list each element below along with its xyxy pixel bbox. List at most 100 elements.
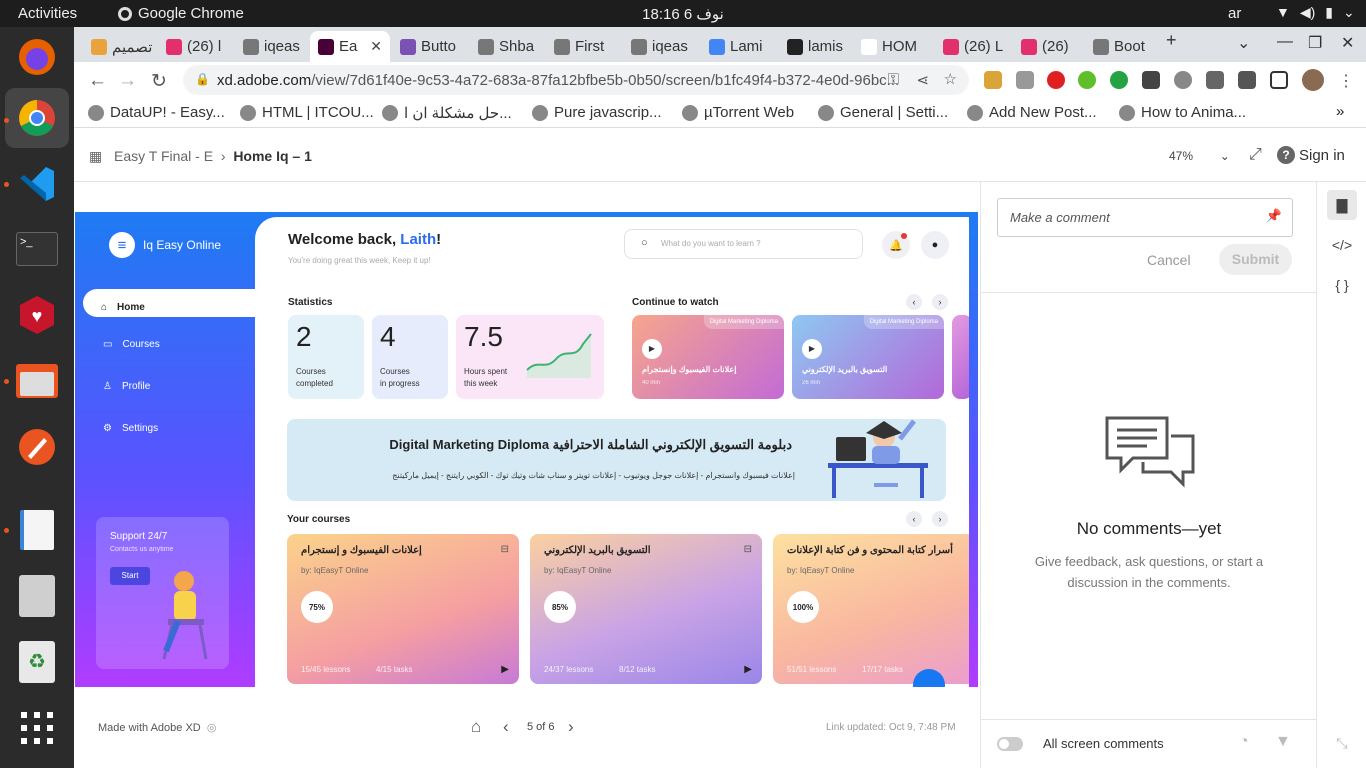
- extension-camera-icon[interactable]: [1016, 71, 1034, 89]
- browser-tab[interactable]: (26) L: [935, 31, 1011, 62]
- share-icon[interactable]: ⋖: [916, 71, 929, 89]
- clock[interactable]: 18:16 6 نوف: [0, 5, 1366, 23]
- bookmark-item[interactable]: Pure javascrip...: [532, 104, 662, 121]
- made-with-xd[interactable]: Made with Adobe XD ◎: [98, 721, 216, 734]
- project-name[interactable]: Easy T Final - E: [114, 148, 213, 164]
- inkscape-launcher[interactable]: [5, 417, 69, 477]
- continue-card[interactable]: Digital Marketing Diploma ▶ التسويق بالب…: [792, 315, 944, 399]
- collapse-panel-icon[interactable]: ⤡: [1327, 728, 1357, 758]
- extension-whatsapp-icon[interactable]: [1110, 71, 1128, 89]
- chrome-launcher[interactable]: [5, 88, 69, 148]
- play-icon[interactable]: ▶: [802, 339, 822, 359]
- bookmark-item[interactable]: HTML | ITCOU...: [240, 104, 374, 121]
- comment-input[interactable]: Make a comment 📌: [997, 198, 1293, 237]
- firefox-launcher[interactable]: [5, 27, 69, 87]
- trash-launcher[interactable]: ♻: [5, 632, 69, 692]
- browser-tab[interactable]: (26): [1013, 31, 1083, 62]
- user-avatar-icon[interactable]: ●: [921, 231, 949, 259]
- extension-cup-icon[interactable]: [1142, 71, 1160, 89]
- play-icon[interactable]: ▶: [642, 339, 662, 359]
- browser-tab[interactable]: Butto: [392, 31, 468, 62]
- forward-button[interactable]: →: [118, 70, 137, 92]
- browser-tab[interactable]: Ea ✕: [310, 31, 390, 62]
- browser-tab[interactable]: HOM: [853, 31, 933, 62]
- help-icon[interactable]: ?: [1277, 146, 1295, 164]
- continue-next-arrow[interactable]: ›: [932, 294, 948, 310]
- zoom-select[interactable]: 47% ⌄: [1169, 149, 1230, 163]
- disks-launcher[interactable]: [5, 566, 69, 626]
- bookmark-item[interactable]: Add New Post...: [967, 104, 1097, 121]
- bookmark-item[interactable]: General | Setti...: [818, 104, 948, 121]
- reload-button[interactable]: ↻: [151, 70, 167, 93]
- bookmark-icon[interactable]: ⊟: [501, 544, 509, 555]
- extension-gear-icon[interactable]: [1174, 71, 1192, 89]
- bookmark-icon[interactable]: ⊟: [744, 544, 752, 555]
- diploma-banner[interactable]: دبلومة التسويق الإلكتروني الشاملة الاحتر…: [287, 419, 946, 501]
- menu-home[interactable]: ⌂ Home: [83, 289, 255, 317]
- artboard[interactable]: ≡ Iq Easy Online ⌂ Home ▭ Courses ♙ Profile …: [75, 212, 978, 687]
- close-tab-icon[interactable]: ✕: [370, 38, 382, 55]
- bookmark-item[interactable]: How to Anima...: [1119, 104, 1246, 121]
- fullscreen-icon[interactable]: ⤢: [1249, 146, 1262, 164]
- brand-logo[interactable]: ≡ Iq Easy Online: [109, 232, 221, 258]
- browser-tab[interactable]: First: [546, 31, 621, 62]
- close-window-button[interactable]: ✕: [1341, 33, 1354, 53]
- home-screen-icon[interactable]: ⌂: [471, 717, 481, 737]
- key-icon[interactable]: ⚿: [888, 71, 899, 88]
- extension-opera-icon[interactable]: [1047, 71, 1065, 89]
- grid-view-icon[interactable]: ▦: [89, 148, 102, 165]
- continue-card[interactable]: Digital Marketing Diploma ▶ إعلانات الفي…: [632, 315, 784, 399]
- browser-tab[interactable]: تصميم: [83, 31, 156, 62]
- code-tab-icon[interactable]: </>: [1327, 230, 1357, 260]
- app-launcher-heart[interactable]: ♥: [5, 285, 69, 345]
- text-editor-launcher[interactable]: [5, 500, 69, 560]
- course-card[interactable]: أسرار كتابة المحتوى و فن كتابة الإعلانات…: [773, 534, 969, 684]
- minimize-button[interactable]: —: [1277, 33, 1293, 51]
- notification-bell-icon[interactable]: 🔔: [882, 231, 910, 259]
- extension-car-icon[interactable]: [1206, 71, 1224, 89]
- course-card[interactable]: التسويق بالبريد الإلكتروني ⊟ by: IqEasyT…: [530, 534, 762, 684]
- browser-tab[interactable]: iqeas: [623, 31, 699, 62]
- design-search-input[interactable]: ○ What do you want to learn ?: [624, 229, 863, 259]
- browser-tab[interactable]: lamis: [779, 31, 851, 62]
- browser-tab[interactable]: Lami: [701, 31, 777, 62]
- maximize-button[interactable]: ❐: [1308, 33, 1322, 53]
- side-panel-icon[interactable]: [1270, 71, 1288, 89]
- tab-search-icon[interactable]: ⌄: [1237, 33, 1250, 53]
- comments-tab-icon[interactable]: ▇: [1327, 190, 1357, 220]
- next-screen-button[interactable]: ›: [568, 717, 574, 737]
- browser-tab[interactable]: Boot: [1085, 31, 1157, 62]
- specs-tab-icon[interactable]: { }: [1327, 270, 1357, 300]
- continue-card-partial[interactable]: [952, 315, 969, 399]
- profile-avatar[interactable]: [1302, 69, 1324, 91]
- course-play-icon[interactable]: ▶: [744, 664, 752, 675]
- courses-next-arrow[interactable]: ›: [932, 511, 948, 527]
- hide-comments-icon[interactable]: ◔: [1239, 733, 1249, 751]
- terminal-launcher[interactable]: >_: [5, 219, 69, 279]
- more-bookmarks-icon[interactable]: »: [1336, 103, 1344, 120]
- browser-tab[interactable]: (26) l: [158, 31, 233, 62]
- files-launcher[interactable]: [5, 351, 69, 411]
- prev-screen-button[interactable]: ‹: [503, 717, 509, 737]
- extensions-puzzle-icon[interactable]: [1238, 71, 1256, 89]
- new-tab-button[interactable]: +: [1166, 30, 1177, 51]
- filter-icon[interactable]: ▼: [1275, 733, 1291, 751]
- menu-profile[interactable]: ♙ Profile: [103, 381, 150, 392]
- courses-prev-arrow[interactable]: ‹: [906, 511, 922, 527]
- chrome-menu-icon[interactable]: ⋮: [1338, 71, 1354, 91]
- back-button[interactable]: ←: [88, 70, 107, 92]
- keyboard-layout[interactable]: ar: [1228, 5, 1241, 22]
- bookmark-item[interactable]: DataUP! - Easy...: [88, 104, 225, 121]
- system-tray[interactable]: ▼ ◀) ▮ ⌄: [1276, 4, 1355, 21]
- browser-tab[interactable]: Shba: [470, 31, 544, 62]
- pin-icon[interactable]: 📌: [1266, 208, 1282, 224]
- bookmark-star-icon[interactable]: ☆: [944, 70, 957, 88]
- extension-green-icon[interactable]: [1078, 71, 1096, 89]
- menu-courses[interactable]: ▭ Courses: [103, 339, 160, 350]
- cancel-button[interactable]: Cancel: [1147, 252, 1191, 268]
- course-play-icon[interactable]: ▶: [501, 664, 509, 675]
- bookmark-item[interactable]: حل مشكلة ان ا...: [382, 104, 512, 122]
- submit-button[interactable]: Submit: [1219, 244, 1292, 275]
- course-card[interactable]: إعلانات الفيسبوك و إنستجرام ⊟ by: IqEasy…: [287, 534, 519, 684]
- browser-tab[interactable]: iqeas: [235, 31, 308, 62]
